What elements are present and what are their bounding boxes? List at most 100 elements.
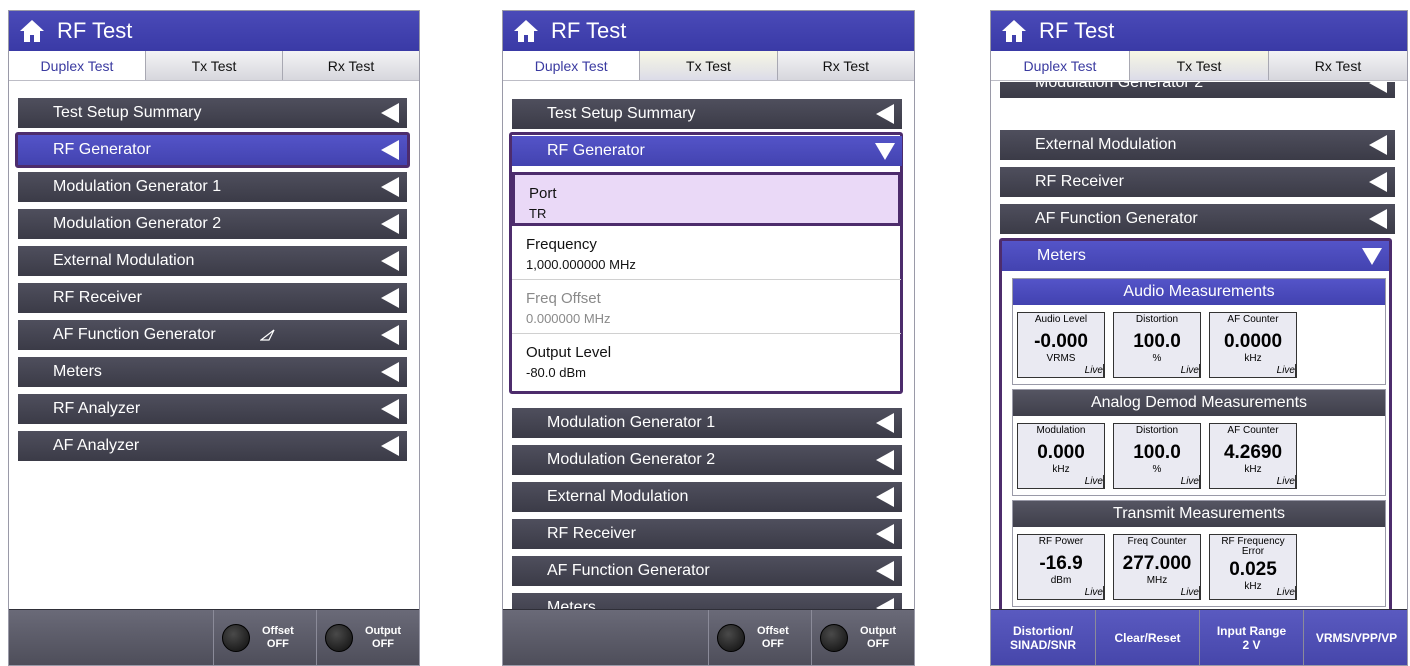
collapse-left-icon <box>876 561 894 581</box>
row-af-function-generator[interactable]: AF Function Generator <box>18 320 407 350</box>
tab-rx-test[interactable]: Rx Test <box>776 51 914 80</box>
input-range-softkey[interactable]: Input Range 2 V <box>1199 610 1303 665</box>
output-level-field[interactable]: Output Level -80.0 dBm <box>512 334 901 388</box>
panel-title: Analog Demod Measurements <box>1013 390 1385 416</box>
meter-unit: MHz <box>1146 575 1168 586</box>
tab-duplex-test[interactable]: Duplex Test <box>503 51 640 80</box>
tab-tx-test[interactable]: Tx Test <box>639 51 777 80</box>
audio-level-meter[interactable]: Audio Level -0.000 VRMS Live <box>1017 312 1105 378</box>
row-af-function-generator[interactable]: AF Function Generator <box>1000 204 1395 234</box>
offset-softkey[interactable]: Offset OFF <box>213 610 316 665</box>
knob-icon <box>717 624 745 652</box>
meter-status: Live <box>1180 587 1199 598</box>
tab-bar: Duplex Test Tx Test Rx Test <box>991 51 1407 81</box>
meter-unit: kHz <box>1244 353 1262 364</box>
softkey-line1: Clear/Reset <box>1114 631 1181 645</box>
row-label: Modulation Generator 1 <box>53 178 222 195</box>
row-rf-receiver[interactable]: RF Receiver <box>512 519 902 549</box>
tab-rx-test[interactable]: Rx Test <box>282 51 419 80</box>
row-label: RF Generator <box>547 142 645 159</box>
meter-status: Live <box>1180 476 1199 487</box>
softkey-line2: 2 V <box>1242 638 1261 652</box>
row-meters[interactable]: Meters <box>512 593 902 609</box>
section-list: Modulation Generator 2 External Modulati… <box>991 82 1407 609</box>
output-softkey[interactable]: Output OFF <box>316 610 419 665</box>
row-modulation-generator-2[interactable]: Modulation Generator 2 <box>18 209 407 239</box>
tab-duplex-test[interactable]: Duplex Test <box>9 51 145 80</box>
meter-value: 100.0 <box>1133 442 1181 463</box>
clear-reset-softkey[interactable]: Clear/Reset <box>1095 610 1199 665</box>
output-softkey[interactable]: Output OFF <box>811 610 914 665</box>
rf-power-meter[interactable]: RF Power -16.9 dBm Live <box>1017 534 1105 600</box>
home-icon[interactable] <box>1001 19 1027 43</box>
rf-test-screen-2: RF Test Duplex Test Tx Test Rx Test Test… <box>502 10 915 666</box>
meter-label: Distortion <box>1135 314 1179 325</box>
row-rf-analyzer[interactable]: RF Analyzer <box>18 394 407 424</box>
tab-rx-test[interactable]: Rx Test <box>1268 51 1407 80</box>
tab-tx-test[interactable]: Tx Test <box>1129 51 1268 80</box>
row-label: Meters <box>53 363 102 380</box>
row-af-analyzer[interactable]: AF Analyzer <box>18 431 407 461</box>
row-external-modulation[interactable]: External Modulation <box>18 246 407 276</box>
meter-value: 0.000 <box>1037 442 1085 463</box>
field-label: Output Level <box>526 344 612 361</box>
row-modulation-generator-2[interactable]: Modulation Generator 2 <box>512 445 902 475</box>
cursor-icon <box>260 329 275 341</box>
vrms-vpp-vp-softkey[interactable]: VRMS/VPP/VP <box>1303 610 1407 665</box>
row-rf-receiver[interactable]: RF Receiver <box>18 283 407 313</box>
distortion-sinad-snr-softkey[interactable]: Distortion/SINAD/SNR <box>991 610 1095 665</box>
row-test-setup-summary[interactable]: Test Setup Summary <box>18 98 407 128</box>
row-label: AF Function Generator <box>1035 210 1198 227</box>
port-field[interactable]: Port TR <box>512 172 901 226</box>
meter-unit: kHz <box>1052 464 1070 475</box>
af-counter-meter[interactable]: AF Counter 0.0000 kHz Live <box>1209 312 1297 378</box>
rf-frequency-error-meter[interactable]: RF Frequency Error 0.025 kHz Live <box>1209 534 1297 600</box>
collapse-left-icon <box>381 177 399 197</box>
tab-tx-test[interactable]: Tx Test <box>145 51 282 80</box>
meter-label: Freq Counter <box>1127 536 1187 547</box>
freq-offset-field[interactable]: Freq Offset 0.000000 MHz <box>512 280 901 334</box>
row-external-modulation[interactable]: External Modulation <box>512 482 902 512</box>
distortion-meter[interactable]: Distortion 100.0 % Live <box>1113 312 1201 378</box>
title-bar: RF Test <box>9 11 419 51</box>
frequency-field[interactable]: Frequency 1,000.000000 MHz <box>512 226 901 280</box>
row-modulation-generator-1[interactable]: Modulation Generator 1 <box>18 172 407 202</box>
row-test-setup-summary[interactable]: Test Setup Summary <box>512 99 902 129</box>
home-icon[interactable] <box>513 19 539 43</box>
row-external-modulation[interactable]: External Modulation <box>1000 130 1395 160</box>
title-bar: RF Test <box>503 11 914 51</box>
collapse-left-icon <box>381 399 399 419</box>
softkey-bar: Offset OFF Output OFF <box>9 609 419 665</box>
af-counter-meter[interactable]: AF Counter 4.2690 kHz Live <box>1209 423 1297 489</box>
softkey-line2: SINAD/SNR <box>1009 638 1076 652</box>
analog-demod-measurements-panel: Analog Demod Measurements Modulation 0.0… <box>1012 389 1386 496</box>
rf-test-screen-1: RF Test Duplex Test Tx Test Rx Test Test… <box>8 10 420 666</box>
meter-value: 100.0 <box>1133 331 1181 352</box>
meter-status: Live <box>1084 587 1103 598</box>
knob-icon <box>325 624 353 652</box>
row-meters[interactable]: Meters <box>18 357 407 387</box>
row-af-function-generator[interactable]: AF Function Generator <box>512 556 902 586</box>
app-title: RF Test <box>551 18 627 43</box>
row-meters[interactable]: Meters <box>1002 241 1389 271</box>
meter-label: Distortion <box>1135 425 1179 436</box>
distortion-meter[interactable]: Distortion 100.0 % Live <box>1113 423 1201 489</box>
row-rf-receiver[interactable]: RF Receiver <box>1000 167 1395 197</box>
collapse-left-icon <box>1369 172 1387 192</box>
modulation-meter[interactable]: Modulation 0.000 kHz Live <box>1017 423 1105 489</box>
offset-softkey[interactable]: Offset OFF <box>708 610 811 665</box>
home-icon[interactable] <box>19 19 45 43</box>
section-list: Test Setup Summary RF Generator Port TR … <box>503 82 914 609</box>
freq-counter-meter[interactable]: Freq Counter 277.000 MHz Live <box>1113 534 1201 600</box>
meter-value: 0.025 <box>1229 559 1277 580</box>
knob-icon <box>820 624 848 652</box>
tab-duplex-test[interactable]: Duplex Test <box>991 51 1129 80</box>
row-modulation-generator-1[interactable]: Modulation Generator 1 <box>512 408 902 438</box>
meter-unit: kHz <box>1244 464 1262 475</box>
audio-measurements-panel: Audio Measurements Audio Level -0.000 VR… <box>1012 278 1386 385</box>
row-rf-generator[interactable]: RF Generator <box>512 136 902 166</box>
meter-unit: dBm <box>1050 575 1072 586</box>
meter-value: 4.2690 <box>1223 442 1283 463</box>
row-modulation-generator-2[interactable]: Modulation Generator 2 <box>1000 82 1395 98</box>
row-label: AF Function Generator <box>53 326 216 343</box>
